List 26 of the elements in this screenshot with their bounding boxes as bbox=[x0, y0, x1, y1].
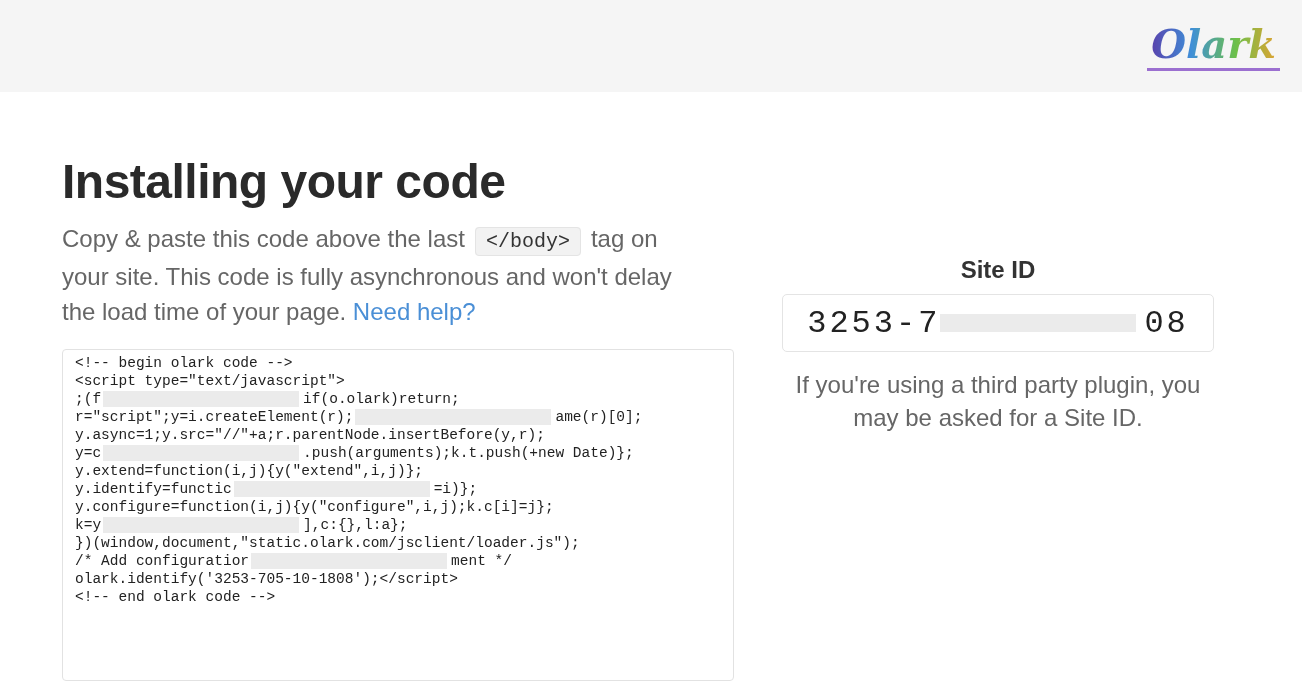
code-text: ;(f bbox=[75, 390, 102, 408]
code-text: /* Add configuratior bbox=[75, 552, 250, 570]
code-text: <script type="text/javascript"> bbox=[75, 372, 345, 390]
code-text: =i)}; bbox=[433, 480, 478, 498]
code-text: if(o.olark)return; bbox=[303, 390, 460, 408]
code-text: <!-- begin olark code --> bbox=[75, 354, 293, 372]
code-text: y=c bbox=[75, 444, 102, 462]
code-text: olark.identify('3253-705-10-1808');</script> bbox=[75, 570, 458, 588]
code-text: <!-- end olark code --> bbox=[75, 588, 276, 606]
site-id-field[interactable]: 3253-7 08 bbox=[782, 294, 1214, 352]
site-id-label: Site ID bbox=[960, 256, 1036, 284]
code-text: ment */ bbox=[451, 552, 512, 570]
instructions-text: Copy & paste this code above the last </body> tag on your site. This code is fully asynchronous and won't delay the load time of your page. Need help? bbox=[62, 224, 673, 327]
code-text: r="script";y=i.createElement(r); bbox=[75, 408, 354, 426]
code-text: k=y bbox=[75, 516, 102, 534]
code-text: y.extend=function(i,j){y("extend",i,j)}; bbox=[75, 462, 424, 480]
code-text: y.async=1;y.src="//"+a;r.parentNode.insertBefore(y,r); bbox=[75, 426, 545, 444]
code-text: ],c:{},l:a}; bbox=[303, 516, 408, 534]
code-text: })(window,document,"static.olark.com/jsclient/loader.js"); bbox=[75, 534, 580, 552]
code-tag: </body> bbox=[474, 227, 581, 256]
code-text: ame(r)[0]; bbox=[555, 408, 643, 426]
site-id-note: If you're using a third party plugin, you may be asked for a Site ID. bbox=[794, 370, 1202, 433]
page-title: Installing your code bbox=[62, 154, 507, 209]
code-text: .push(arguments);k.t.push(+new Date)}; bbox=[303, 444, 634, 462]
code-text: y.identify=functic bbox=[75, 480, 232, 498]
code-text: y.configure=function(i,j){y("configure",i,j);k.c[i]=j}; bbox=[75, 498, 554, 516]
